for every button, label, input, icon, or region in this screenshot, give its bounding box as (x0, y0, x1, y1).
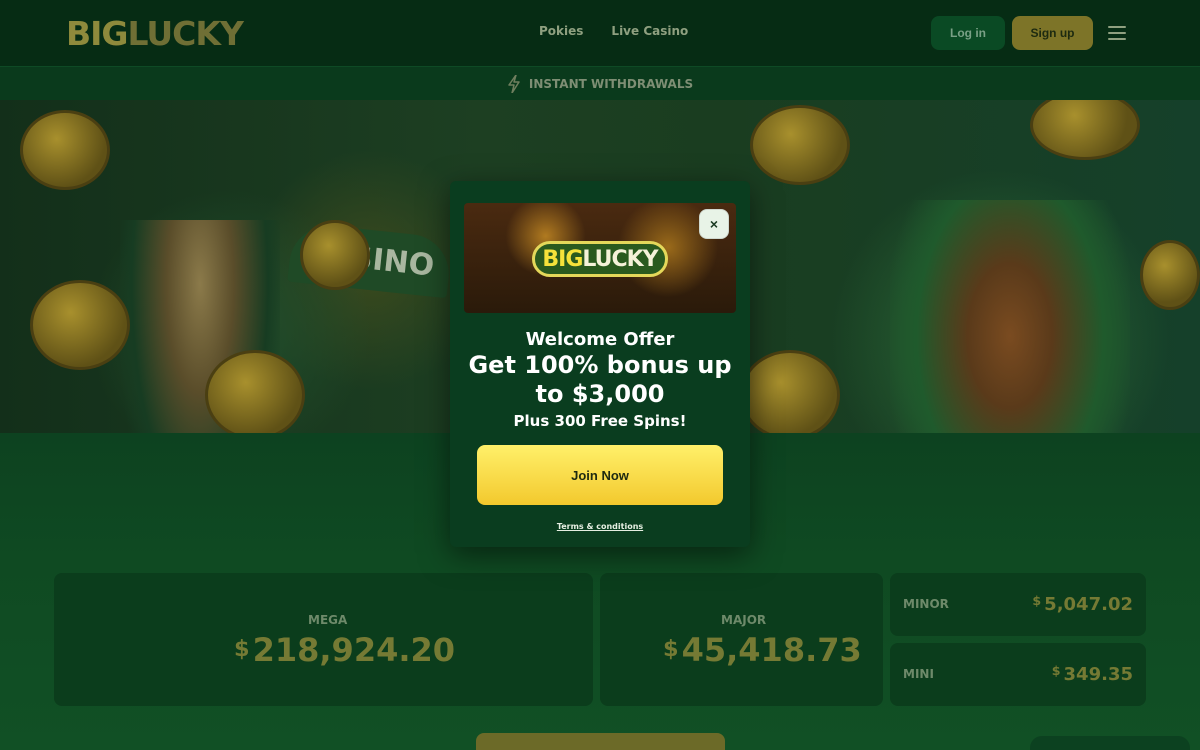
modal-headline: Get 100% bonus up to $3,000 (468, 351, 732, 408)
close-icon[interactable]: × (699, 209, 729, 239)
join-now-button[interactable]: Join Now (477, 445, 723, 505)
terms-link[interactable]: Terms & conditions (450, 522, 750, 531)
modal-logo: BIG LUCKY (532, 241, 668, 277)
welcome-offer-modal: BIG LUCKY × Welcome Offer Get 100% bonus … (450, 181, 750, 547)
modal-subline: Plus 300 Free Spins! (513, 412, 687, 430)
modal-banner-image: BIG LUCKY (464, 203, 736, 313)
modal-title: Welcome Offer (525, 329, 675, 350)
